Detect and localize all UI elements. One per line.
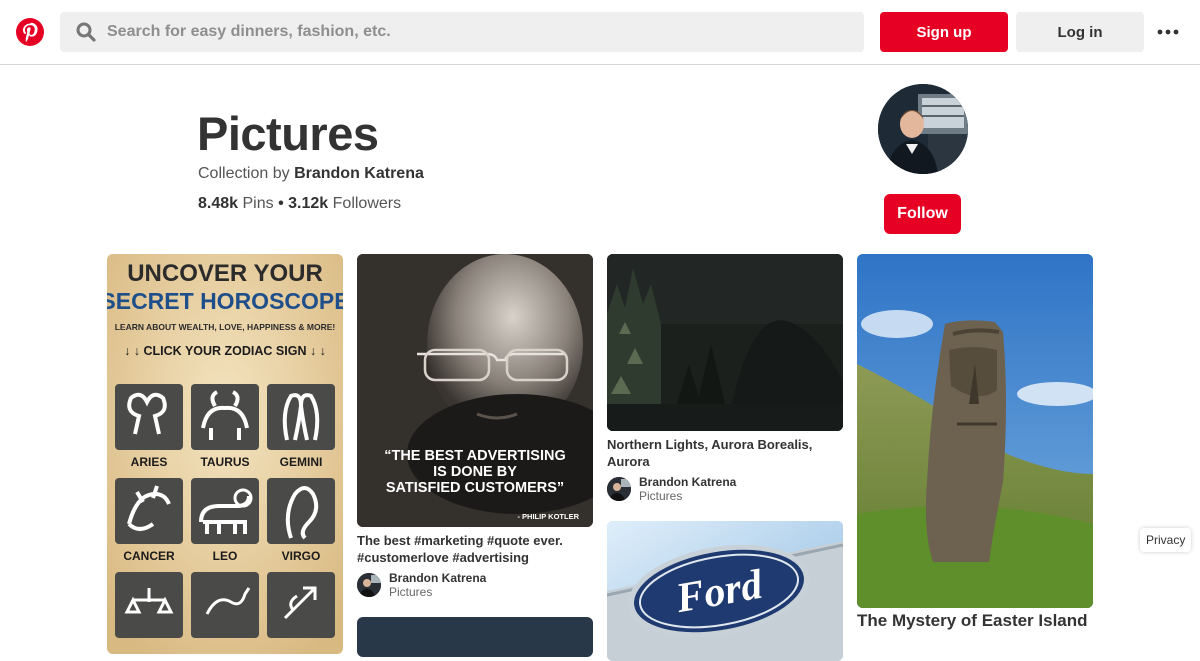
pin-image-next[interactable] bbox=[357, 617, 593, 657]
pin-attribution-marketing-quote[interactable]: Brandon Katrena Pictures bbox=[357, 571, 593, 599]
quote-line2: IS DONE BY bbox=[433, 464, 517, 480]
pin-title-easter-island[interactable]: The Mystery of Easter Island bbox=[857, 611, 1093, 631]
pin-user-avatar bbox=[357, 573, 381, 597]
sign-taurus: TAURUS bbox=[200, 455, 249, 469]
collection-prefix: Collection by bbox=[198, 165, 290, 182]
collection-byline: Collection by Brandon Katrena bbox=[198, 165, 424, 183]
pin-image-easter-island[interactable] bbox=[857, 254, 1093, 608]
horoscope-line3: LEARN ABOUT WEALTH, LOVE, HAPPINESS & MO… bbox=[115, 322, 336, 332]
search-icon bbox=[76, 22, 96, 42]
sign-gemini: GEMINI bbox=[280, 455, 323, 469]
board-owner-link[interactable]: Brandon Katrena bbox=[294, 165, 424, 182]
avatar-photo bbox=[878, 84, 968, 174]
board-stats: 8.48k Pins • 3.12k Followers bbox=[198, 195, 401, 213]
quote-artwork: “THE BEST ADVERTISING IS DONE BY SATISFI… bbox=[357, 254, 593, 527]
horoscope-line2: SECRET HOROSCOPE bbox=[107, 288, 343, 314]
login-button[interactable]: Log in bbox=[1016, 12, 1144, 52]
pin-image-horoscope[interactable]: UNCOVER YOUR SECRET HOROSCOPE LEARN ABOU… bbox=[107, 254, 343, 654]
followers-count: 3.12k bbox=[288, 195, 329, 212]
quote-attribution: - PHILIP KOTLER bbox=[517, 512, 579, 521]
top-navbar: Sign up Log in bbox=[0, 0, 1200, 65]
signup-button[interactable]: Sign up bbox=[880, 12, 1008, 52]
pin-title-marketing-quote[interactable]: The best #marketing #quote ever. #custom… bbox=[357, 532, 593, 566]
page-title: Pictures bbox=[197, 107, 379, 160]
quote-line1: “THE BEST ADVERTISING bbox=[384, 448, 566, 464]
easter-island-artwork bbox=[857, 254, 1093, 608]
sign-leo: LEO bbox=[213, 549, 238, 563]
sign-cancer: CANCER bbox=[123, 549, 175, 563]
horoscope-artwork: UNCOVER YOUR SECRET HOROSCOPE LEARN ABOU… bbox=[107, 254, 343, 654]
pin-user-name[interactable]: Brandon Katrena bbox=[639, 475, 736, 489]
ford-artwork: Ford bbox=[607, 521, 843, 661]
followers-label: Followers bbox=[332, 195, 402, 212]
pinterest-logo-icon[interactable] bbox=[16, 18, 44, 46]
follow-button[interactable]: Follow bbox=[884, 194, 961, 234]
pin-title-northern-lights[interactable]: Northern Lights, Aurora Borealis, Aurora bbox=[607, 436, 843, 470]
pins-label: Pins bbox=[242, 195, 274, 212]
search-bar[interactable] bbox=[60, 12, 864, 52]
sign-aries: ARIES bbox=[131, 455, 168, 469]
sign-virgo: VIRGO bbox=[282, 549, 321, 563]
zodiac-tile-sagittarius[interactable] bbox=[267, 572, 335, 638]
pin-image-ford[interactable]: Ford bbox=[607, 521, 843, 661]
zodiac-tile-taurus[interactable]: TAURUS bbox=[191, 384, 259, 469]
search-input[interactable] bbox=[107, 12, 847, 52]
pin-image-marketing-quote[interactable]: “THE BEST ADVERTISING IS DONE BY SATISFI… bbox=[357, 254, 593, 527]
pin-board-name[interactable]: Pictures bbox=[389, 585, 432, 599]
zodiac-tile-scorpio[interactable] bbox=[191, 572, 259, 638]
quote-line3: SATISFIED CUSTOMERS” bbox=[386, 480, 564, 496]
pin-board-name[interactable]: Pictures bbox=[639, 489, 682, 503]
pin-image-northern-lights[interactable] bbox=[607, 254, 843, 431]
more-options-icon[interactable] bbox=[1156, 22, 1180, 42]
pin-user-name[interactable]: Brandon Katrena bbox=[389, 571, 486, 585]
pin-user-avatar bbox=[607, 477, 631, 501]
pins-count: 8.48k bbox=[198, 195, 239, 212]
stats-separator: • bbox=[278, 195, 284, 212]
northern-lights-artwork bbox=[607, 254, 843, 431]
zodiac-tile-libra[interactable] bbox=[115, 572, 183, 638]
zodiac-tile-cancer[interactable]: CANCER bbox=[115, 478, 183, 563]
horoscope-line4: ↓ ↓ CLICK YOUR ZODIAC SIGN ↓ ↓ bbox=[124, 344, 326, 358]
pin-attribution-northern-lights[interactable]: Brandon Katrena Pictures bbox=[607, 475, 843, 503]
horoscope-line1: UNCOVER YOUR bbox=[127, 260, 323, 287]
privacy-link[interactable]: Privacy bbox=[1140, 528, 1192, 552]
owner-avatar[interactable] bbox=[878, 84, 968, 174]
